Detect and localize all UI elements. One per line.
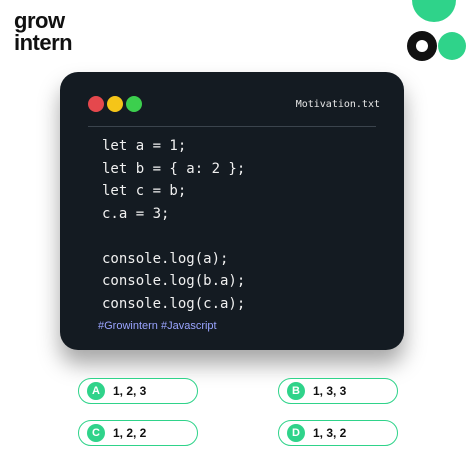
answer-option-d[interactable]: D 1, 3, 2 (278, 420, 398, 446)
code-editor-card: Motivation.txt let a = 1; let b = { a: 2… (60, 72, 404, 350)
file-name: Motivation.txt (295, 99, 380, 110)
code-line: console.log(a); (102, 250, 229, 267)
option-letter-badge: D (287, 424, 305, 442)
option-letter-badge: B (287, 382, 305, 400)
option-text: 1, 2, 2 (113, 426, 147, 440)
hashtags: #Growintern #Javascript (98, 320, 217, 332)
answer-option-b[interactable]: B 1, 3, 3 (278, 378, 398, 404)
logo-line-1: grow (14, 8, 65, 33)
code-block: let a = 1; let b = { a: 2 }; let c = b; … (102, 135, 245, 315)
code-line: let b = { a: 2 }; (102, 160, 246, 177)
maximize-dot-icon (126, 96, 142, 112)
window-controls (88, 96, 142, 112)
logo-line-2: intern (14, 30, 73, 55)
answer-option-c[interactable]: C 1, 2, 2 (78, 420, 198, 446)
minimize-dot-icon (107, 96, 123, 112)
option-letter-badge: A (87, 382, 105, 400)
decorative-shapes-icon (407, 0, 466, 61)
answer-option-a[interactable]: A 1, 2, 3 (78, 378, 198, 404)
option-text: 1, 3, 2 (313, 426, 347, 440)
code-line: c.a = 3; (102, 205, 170, 222)
growintern-logo: grow intern (14, 8, 73, 55)
code-line: console.log(b.a); (102, 273, 246, 289)
code-line: console.log(c.a); (102, 295, 246, 312)
option-text: 1, 2, 3 (113, 384, 147, 398)
close-dot-icon (88, 96, 104, 112)
option-letter-badge: C (87, 424, 105, 442)
option-text: 1, 3, 3 (313, 384, 347, 398)
code-line: let a = 1; (102, 138, 187, 154)
divider (88, 126, 376, 127)
code-line: let c = b; (102, 183, 187, 199)
